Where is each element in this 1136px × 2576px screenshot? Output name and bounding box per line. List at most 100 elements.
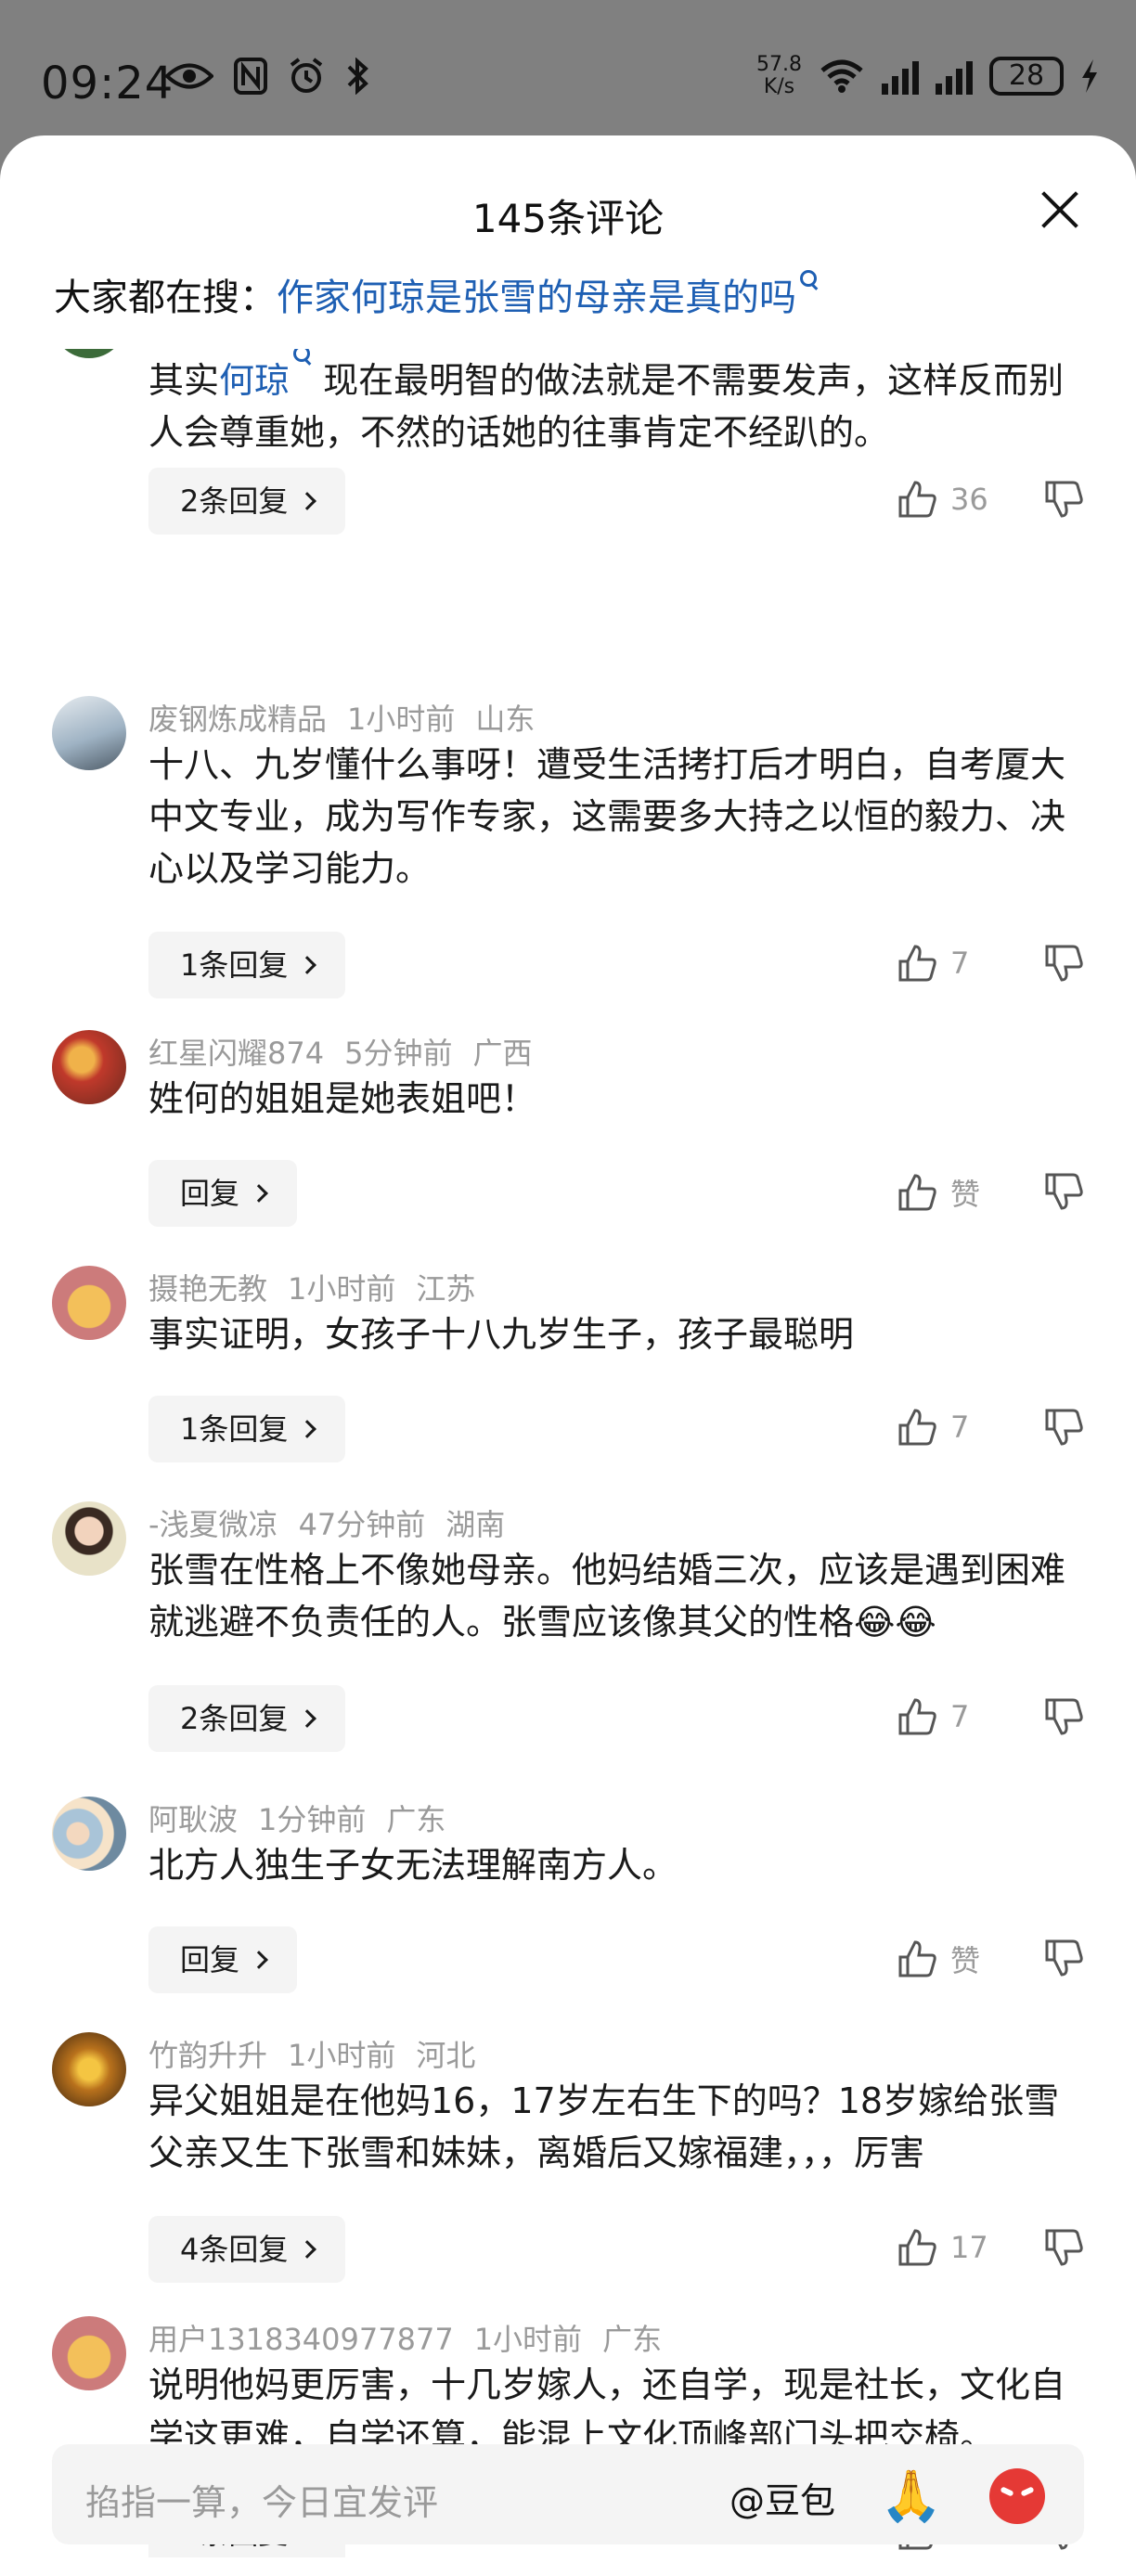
like-count: 7 [950, 946, 970, 981]
thumb-down-icon[interactable] [1043, 1171, 1084, 1212]
thumb-up-icon [898, 1698, 936, 1735]
comment-location: 广西 [472, 1036, 533, 1071]
bluetooth-icon [347, 58, 368, 95]
search-icon [800, 270, 819, 292]
like-button[interactable]: 赞 [897, 1171, 997, 1214]
mention-doubao-button[interactable]: @豆包 [729, 2472, 835, 2523]
comment-text: 姓何的姐姐是她表姐吧！ [148, 1078, 537, 1119]
comment-time: 1小时前 [288, 2038, 396, 2073]
comment-time: 1小时前 [347, 702, 456, 737]
comment-input-bar[interactable]: 掐指一算，今日宜发评 @豆包 🙏 [52, 2444, 1084, 2544]
reply-button[interactable]: 4条回复 [148, 2216, 346, 2283]
comment-meta: 用户1318340977877 1小时前 广东 [148, 2316, 682, 2359]
comment-text: 其实何琼 现在最明智的做法就是不需要发声，这样反而别人会尊重她，不然的话她的往事… [148, 349, 1086, 458]
comment-text: 事实证明，女孩子十八九岁生子，孩子最聪明 [148, 1314, 855, 1355]
reply-button[interactable]: 1条回复 [148, 1396, 346, 1462]
avatar[interactable] [52, 1501, 126, 1576]
comment-time: 1分钟前 [258, 1802, 367, 1837]
network-speed-value: 57.8 [756, 53, 802, 76]
network-speed-unit: K/s [763, 75, 795, 98]
like-count: 赞 [950, 1177, 981, 1212]
thumb-down-icon[interactable] [1043, 1938, 1084, 1978]
reply-button[interactable]: 2条回复 [148, 468, 346, 535]
avatar[interactable] [52, 349, 126, 358]
like-count: 17 [950, 2230, 988, 2265]
username[interactable]: 竹韵升升 [148, 2038, 267, 2073]
charging-icon [1082, 59, 1097, 93]
like-button[interactable]: 7 [897, 1696, 997, 1737]
comment-sheet: 145条评论 大家都在搜： 作家何琼是张雪的母亲是真的吗 其实何琼 现在最明智的… [0, 135, 1136, 2576]
search-icon [293, 349, 312, 367]
like-count: 7 [950, 1410, 970, 1445]
chevron-right-icon [298, 956, 317, 974]
comment-meta: 红星闪耀874 5分钟前 广西 [148, 1030, 552, 1073]
thumb-down-icon[interactable] [1043, 2227, 1084, 2268]
comment-location: 河北 [416, 2038, 476, 2073]
comment-text: 北方人独生子女无法理解南方人。 [148, 1845, 678, 1886]
chevron-right-icon [298, 2240, 317, 2259]
thumb-down-icon[interactable] [1043, 1696, 1084, 1737]
username[interactable]: 阿耿波 [148, 1802, 238, 1837]
reply-button[interactable]: 1条回复 [148, 932, 346, 998]
eye-icon [165, 63, 213, 89]
chevron-right-icon [250, 1951, 268, 1969]
nfc-icon [234, 58, 267, 95]
like-button[interactable]: 17 [897, 2227, 997, 2268]
like-count: 36 [950, 482, 988, 517]
angry-emoji-button[interactable] [989, 2468, 1045, 2524]
comment-text: 张雪在性格上不像她母亲。他妈结婚三次，应该是遇到困难就逃避不负责任的人。张雪应该… [148, 1550, 1066, 1642]
comment-text: 十八、九岁懂什么事呀！遭受生活拷打后才明白，自考厦大中文专业，成为写作专家，这需… [148, 744, 1066, 889]
thumb-down-icon[interactable] [1043, 1407, 1084, 1448]
alarm-icon [290, 58, 323, 93]
thumb-up-icon [898, 2229, 936, 2266]
comment-input-placeholder[interactable]: 掐指一算，今日宜发评 [85, 2474, 438, 2525]
like-count: 7 [950, 1699, 970, 1734]
username[interactable]: 废钢炼成精品 [148, 702, 327, 737]
chevron-right-icon [298, 1420, 317, 1438]
signal-icon [882, 58, 919, 95]
comment-count-title: 145条评论 [471, 196, 665, 241]
chevron-right-icon [250, 1184, 268, 1203]
avatar[interactable] [52, 1797, 126, 1871]
thumb-down-icon[interactable] [1043, 479, 1084, 520]
thumb-up-icon [898, 1940, 936, 1977]
avatar[interactable] [52, 1266, 126, 1340]
pray-emoji-button[interactable]: 🙏 [880, 2467, 942, 2526]
signal-icon-2 [936, 58, 973, 95]
comment-meta: 废钢炼成精品 1小时前 山东 [148, 696, 555, 739]
username[interactable]: -浅夏微凉 [148, 1507, 278, 1542]
comment-meta: 摄艳无教 1小时前 江苏 [148, 1266, 496, 1308]
comment-meta: 阿耿波 1分钟前 广东 [148, 1797, 466, 1839]
reply-button[interactable]: 回复 [148, 1160, 298, 1227]
thumb-up-icon [898, 945, 936, 982]
battery-indicator: 28 [989, 57, 1064, 96]
reply-button[interactable]: 2条回复 [148, 1685, 346, 1752]
username[interactable]: 摄艳无教 [148, 1271, 267, 1307]
comment-location: 湖南 [445, 1507, 506, 1542]
mention-link[interactable]: 何琼 [219, 360, 290, 401]
status-icons-right: 57.8 K/s 28 [756, 54, 1099, 98]
avatar[interactable] [52, 1030, 126, 1104]
close-icon[interactable] [1039, 189, 1080, 230]
status-bar: 09:24 57.8 K/s 28 [0, 0, 1136, 139]
avatar[interactable] [52, 2316, 126, 2390]
avatar[interactable] [52, 696, 126, 770]
comment-location: 山东 [475, 702, 536, 737]
thumb-up-icon [898, 1409, 936, 1446]
chevron-right-icon [298, 492, 317, 510]
like-button[interactable]: 7 [897, 1407, 997, 1448]
like-button[interactable]: 36 [897, 479, 997, 520]
username[interactable]: 红星闪耀874 [148, 1036, 324, 1071]
like-button[interactable]: 7 [897, 943, 997, 984]
reply-button[interactable]: 回复 [148, 1926, 298, 1993]
thumb-up-icon [898, 1174, 936, 1211]
comment-location: 广东 [602, 2322, 663, 2357]
comment-meta: 竹韵升升 1小时前 河北 [148, 2032, 496, 2075]
like-button[interactable]: 赞 [897, 1938, 997, 1980]
username[interactable]: 用户1318340977877 [148, 2322, 454, 2357]
network-speed: 57.8 K/s [756, 54, 802, 98]
comment-list[interactable]: 其实何琼 现在最明智的做法就是不需要发声，这样反而别人会尊重她，不然的话她的往事… [0, 349, 1136, 2557]
trending-search-link[interactable]: 作家何琼是张雪的母亲是真的吗 [277, 267, 796, 321]
avatar[interactable] [52, 2032, 126, 2106]
thumb-down-icon[interactable] [1043, 943, 1084, 984]
